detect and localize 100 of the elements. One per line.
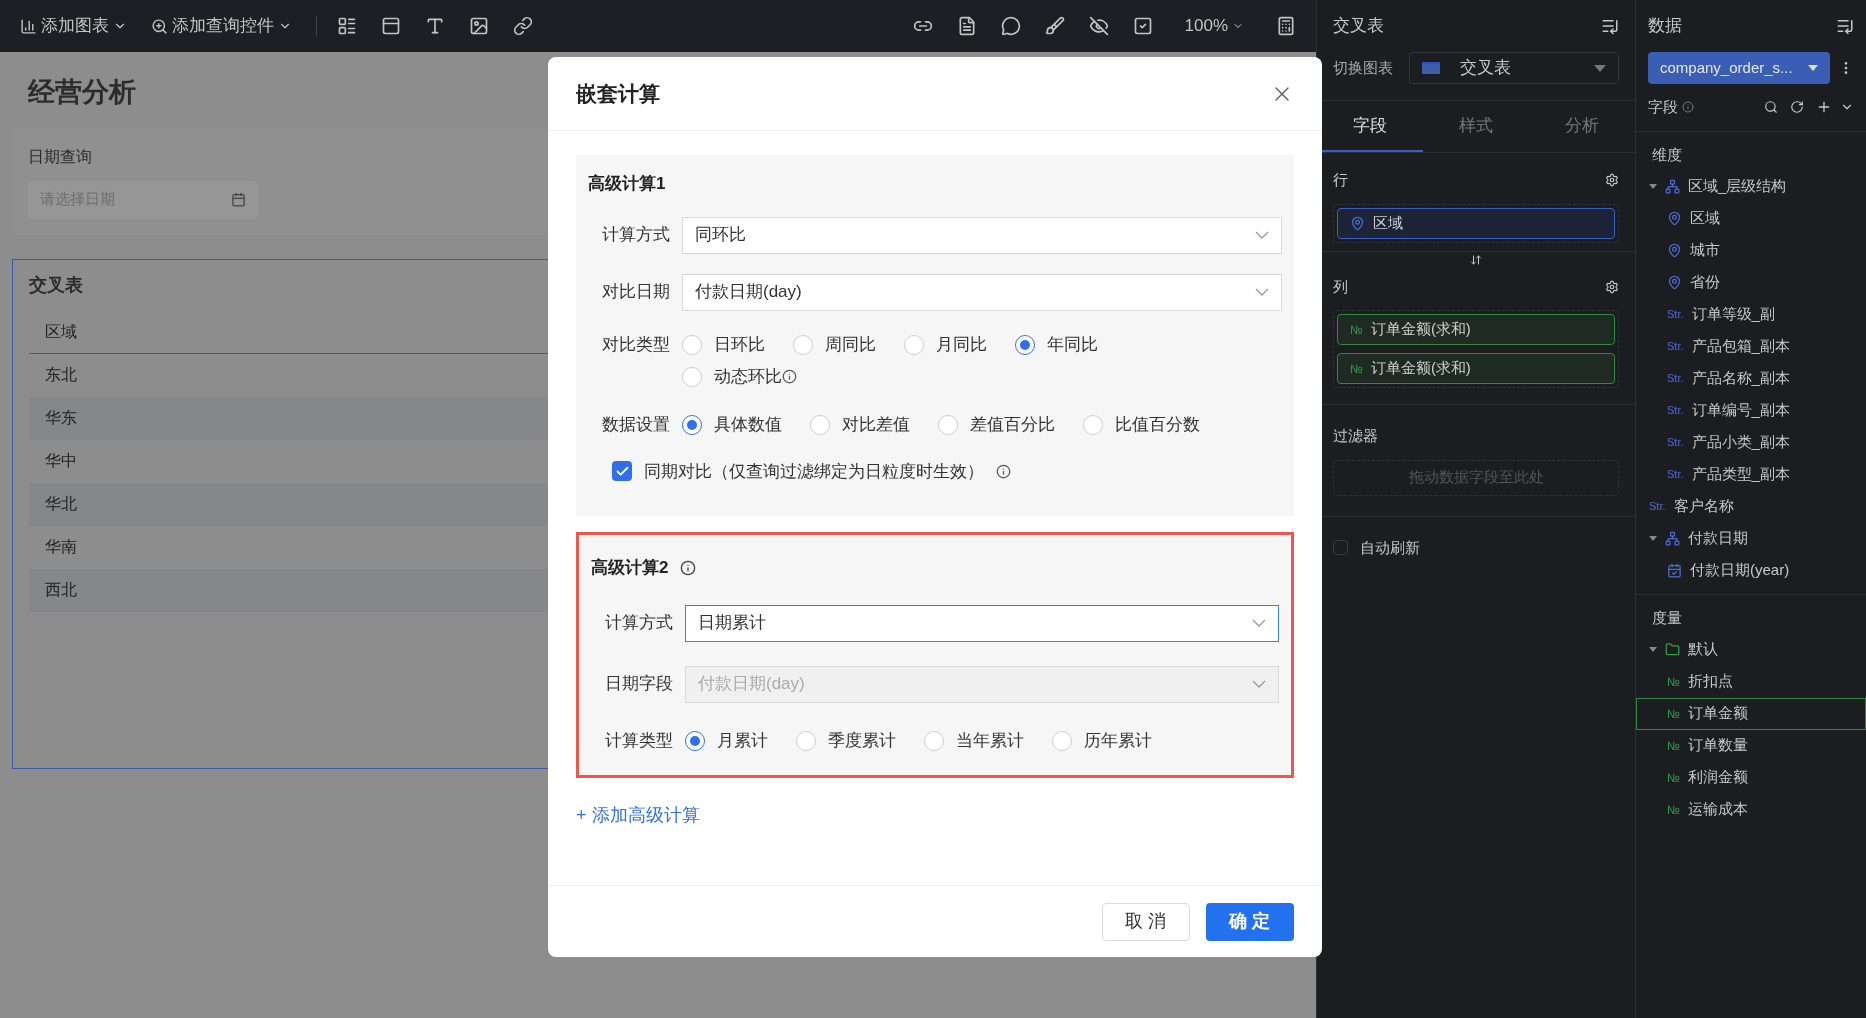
toolbar-menu[interactable]: 添加图表 <box>20 13 127 39</box>
string-icon: Str. <box>1667 337 1684 355</box>
hide-icon[interactable] <box>1088 16 1109 36</box>
field-item[interactable]: № 折扣点 <box>1636 665 1866 698</box>
radio-option[interactable]: 日环比 <box>682 330 765 359</box>
string-icon: Str. <box>1667 369 1684 387</box>
field-item[interactable]: Str. 订单等级_副 <box>1636 298 1866 330</box>
field-item[interactable]: 付款日期 <box>1636 522 1866 554</box>
field-item[interactable]: 区域_层级结构 <box>1636 170 1866 202</box>
field-item[interactable]: 省份 <box>1636 266 1866 298</box>
calendar-icon <box>231 192 246 207</box>
chevron-icon <box>1252 680 1266 688</box>
layout-icon[interactable] <box>337 16 357 36</box>
image-icon[interactable] <box>469 16 489 36</box>
toolbar-menu[interactable]: 添加查询控件 <box>151 13 292 39</box>
checkbox[interactable] <box>612 461 632 482</box>
field-item[interactable]: № 运输成本 <box>1636 793 1866 826</box>
radio-option[interactable]: 对比差值 <box>810 410 910 439</box>
radio-option[interactable]: 月同比 <box>904 330 987 359</box>
field-label: 计算方式 <box>604 612 674 635</box>
table-cell-text: 东北 <box>44 365 78 385</box>
radio[interactable] <box>685 730 705 751</box>
radio[interactable] <box>1015 334 1035 355</box>
settings-icon[interactable] <box>1605 279 1619 294</box>
radio-option[interactable]: 当年累计 <box>924 726 1024 755</box>
text-icon[interactable] <box>425 16 445 36</box>
field-item[interactable]: Str. 产品包箱_副本 <box>1636 330 1866 362</box>
calculator-icon[interactable] <box>1276 16 1296 36</box>
select-field[interactable]: 日期累计 <box>685 604 1279 642</box>
radio-option[interactable]: 年同比 <box>1015 330 1098 359</box>
chevron-icon <box>1255 231 1269 239</box>
radio-option[interactable]: 历年累计 <box>1052 726 1152 755</box>
fields-label: 字段 <box>1648 97 1678 117</box>
field-item[interactable]: № 订单数量 <box>1636 729 1866 762</box>
chat-icon[interactable] <box>1000 16 1021 36</box>
field-item[interactable]: 默认 <box>1636 633 1866 666</box>
location-icon <box>1667 242 1682 258</box>
field-item[interactable]: Str. 产品类型_副本 <box>1636 458 1866 490</box>
date-icon <box>1667 562 1682 578</box>
add-calc-link[interactable]: + 添加高级计算 <box>576 801 700 829</box>
radio-option[interactable]: 具体数值 <box>682 410 782 439</box>
radio-option[interactable]: 月累计 <box>685 726 768 755</box>
cancel-button[interactable]: 取 消 <box>1102 902 1190 941</box>
panel-icon[interactable] <box>381 16 401 36</box>
radio-option[interactable]: 差值百分比 <box>938 410 1055 439</box>
panel-tab[interactable]: 样式 <box>1423 101 1529 152</box>
chevron-icon <box>1252 619 1266 627</box>
caret-icon <box>1808 65 1818 71</box>
settings-icon[interactable] <box>1605 173 1619 188</box>
zoom-dropdown[interactable]: 100% <box>1184 13 1244 39</box>
folder-icon <box>1665 642 1680 657</box>
field-item[interactable]: Str. 订单编号_副本 <box>1636 394 1866 426</box>
field-item[interactable]: Str. 产品小类_副本 <box>1636 426 1866 458</box>
number-icon: № <box>1667 800 1680 819</box>
collapse-icon[interactable] <box>1601 17 1619 35</box>
field-item[interactable]: № 订单金额 <box>1636 697 1866 730</box>
radio-option[interactable]: 动态环比 <box>682 362 797 391</box>
expand-caret-icon[interactable] <box>1649 183 1657 189</box>
number-icon: № <box>1667 736 1680 755</box>
dataset-select[interactable]: company_order_s... <box>1648 52 1830 84</box>
link-icon[interactable] <box>513 16 533 36</box>
select-field[interactable]: 同环比 <box>682 216 1282 254</box>
refresh-icon[interactable] <box>1790 100 1804 115</box>
expand-caret-icon[interactable] <box>1649 535 1657 541</box>
field-chip[interactable]: 区域 <box>1337 207 1615 239</box>
number-icon: № <box>1667 672 1680 691</box>
checkbox[interactable] <box>1333 540 1348 556</box>
field-item[interactable]: 区域 <box>1636 202 1866 234</box>
radio-option[interactable]: 周同比 <box>793 330 876 359</box>
field-chip[interactable]: № 订单金额(求和) <box>1337 353 1615 384</box>
section-label: 行 <box>1333 170 1348 190</box>
confirm-button[interactable]: 确 定 <box>1206 902 1294 941</box>
field-chip[interactable]: № 订单金额(求和) <box>1337 314 1615 345</box>
field-item[interactable]: 城市 <box>1636 234 1866 266</box>
field-item[interactable]: Str. 客户名称 <box>1636 490 1866 522</box>
collapse-icon[interactable] <box>1836 17 1854 35</box>
search-icon[interactable] <box>1764 100 1778 115</box>
number-icon: № <box>1667 768 1680 787</box>
field-item[interactable]: Str. 产品名称_副本 <box>1636 362 1866 394</box>
field-item[interactable]: № 利润金额 <box>1636 761 1866 794</box>
brush-icon[interactable] <box>1044 16 1065 36</box>
field-label: 对比日期 <box>601 281 671 304</box>
field-label: 对比类型 <box>601 333 671 356</box>
check-icon[interactable] <box>1132 16 1153 36</box>
radio[interactable] <box>682 414 702 435</box>
radio-option[interactable]: 比值百分数 <box>1083 410 1200 439</box>
chart-type-select[interactable]: 交叉表 <box>1409 52 1619 84</box>
radio-option[interactable]: 季度累计 <box>796 726 896 755</box>
location-icon <box>1667 274 1682 290</box>
select-field[interactable]: 付款日期(day) <box>682 273 1282 311</box>
caret-icon <box>1594 64 1606 72</box>
table-title: 交叉表 <box>29 273 84 297</box>
table-icon <box>1422 62 1440 74</box>
number-icon: № <box>1350 359 1363 378</box>
field-label: 计算方式 <box>601 224 671 247</box>
expand-caret-icon[interactable] <box>1649 647 1657 652</box>
panel-tab[interactable]: 分析 <box>1529 101 1635 152</box>
string-icon: Str. <box>1667 401 1684 419</box>
field-item[interactable]: 付款日期(year) <box>1636 554 1866 586</box>
swap-icon[interactable] <box>1470 253 1482 266</box>
